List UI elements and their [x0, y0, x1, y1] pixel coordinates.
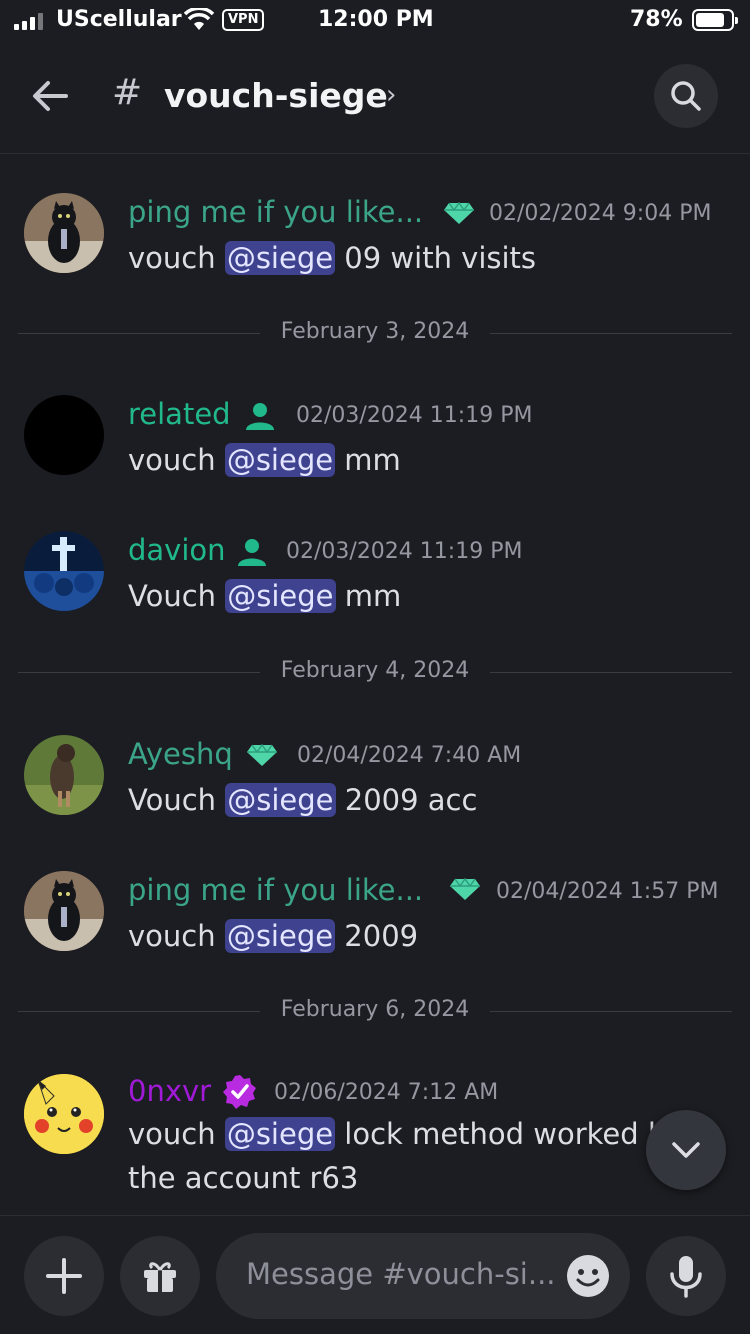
date-divider: February 4, 2024 [18, 658, 732, 688]
message-text: mm [335, 443, 401, 477]
vpn-badge: VPN [222, 9, 265, 31]
person-icon [238, 539, 266, 566]
microphone-icon [670, 1256, 702, 1298]
message-content: vouch @siege 09 with visits [128, 236, 536, 280]
verified-icon [223, 1075, 256, 1109]
message-composer: Message #vouch-si... [0, 1215, 750, 1334]
chevron-down-icon [672, 1142, 700, 1158]
message-text: mm [335, 579, 402, 613]
message-author[interactable]: Ayeshq [128, 737, 233, 771]
cell-signal-icon [14, 12, 43, 30]
message-timestamp: 02/04/2024 1:57 PM [496, 879, 719, 904]
avatar[interactable] [24, 395, 104, 475]
battery-percent: 78% [630, 7, 683, 32]
jump-to-latest-button[interactable] [646, 1110, 726, 1190]
message-timestamp: 02/02/2024 9:04 PM [489, 201, 712, 226]
diamond-icon [444, 201, 474, 224]
channel-name[interactable]: vouch-siege [164, 76, 388, 115]
user-mention[interactable]: @siege [224, 919, 336, 953]
user-mention[interactable]: @siege [224, 1117, 336, 1151]
message-content: vouch @siege mm [128, 438, 401, 482]
message-text: vouch [128, 241, 225, 275]
divider-date: February 6, 2024 [280, 997, 470, 1022]
status-bar: UScellular VPN 12:00 PM 78% [0, 0, 750, 42]
battery-icon [692, 9, 738, 31]
voice-message-button[interactable] [646, 1236, 726, 1316]
message-author[interactable]: 0nxvr [128, 1074, 211, 1108]
divider-date: February 4, 2024 [280, 658, 470, 683]
user-mention[interactable]: @siege [225, 579, 336, 613]
user-mention[interactable]: @siege [225, 783, 336, 817]
carrier-name: UScellular [56, 7, 182, 32]
avatar[interactable] [24, 531, 104, 611]
add-attachment-button[interactable] [24, 1236, 104, 1316]
search-icon [671, 81, 701, 111]
avatar[interactable] [24, 735, 104, 815]
message-text: vouch [128, 919, 225, 953]
gift-icon [144, 1262, 176, 1292]
channel-header: # vouch-siege › [0, 42, 750, 154]
message-author[interactable]: ping me if you like... [128, 873, 423, 907]
chevron-right-icon[interactable]: › [386, 80, 396, 110]
message-timestamp: 02/04/2024 7:40 AM [297, 743, 522, 768]
message-author[interactable]: davion [128, 533, 226, 567]
wifi-icon [183, 6, 215, 38]
message-text: Vouch [128, 783, 226, 817]
arrow-left-icon [33, 81, 68, 111]
divider-date: February 3, 2024 [280, 319, 470, 344]
message-text: Vouch [128, 579, 226, 613]
message-input[interactable]: Message #vouch-si... [216, 1233, 630, 1319]
avatar[interactable] [24, 193, 104, 273]
message-input-placeholder: Message #vouch-si... [246, 1257, 556, 1291]
emoji-icon[interactable] [566, 1254, 610, 1298]
date-divider: February 3, 2024 [18, 319, 732, 349]
message-text: lock method worked l [335, 1117, 656, 1151]
message-content: vouch @siege lock method worked l [128, 1112, 656, 1156]
message-text: 2009 [335, 919, 419, 953]
message-content-line2: the account r63 [128, 1161, 359, 1195]
date-divider: February 6, 2024 [18, 997, 732, 1027]
message-content: Vouch @siege 2009 acc [128, 778, 477, 822]
search-button[interactable] [654, 64, 718, 128]
message-author[interactable]: related [128, 397, 231, 431]
avatar[interactable] [24, 871, 104, 951]
message-text: vouch [128, 443, 225, 477]
message-timestamp: 02/06/2024 7:12 AM [274, 1080, 499, 1105]
message-text: vouch [128, 1117, 225, 1151]
plus-icon [46, 1258, 82, 1294]
avatar[interactable] [24, 1074, 104, 1154]
message-content: Vouch @siege mm [128, 574, 401, 618]
back-button[interactable] [30, 76, 82, 120]
clock: 12:00 PM [318, 7, 434, 32]
user-mention[interactable]: @siege [224, 241, 336, 275]
message-text: 2009 acc [335, 783, 478, 817]
gift-button[interactable] [120, 1236, 200, 1316]
diamond-icon [247, 743, 277, 766]
message-timestamp: 02/03/2024 11:19 PM [296, 403, 533, 428]
diamond-icon [450, 877, 480, 900]
message-author[interactable]: ping me if you like... [128, 195, 423, 229]
message-content: vouch @siege 2009 [128, 914, 418, 958]
message-list[interactable]: ping me if you like... 02/02/2024 9:04 P… [0, 155, 750, 1215]
person-icon [246, 403, 274, 430]
user-mention[interactable]: @siege [224, 443, 336, 477]
message-text: 09 with visits [335, 241, 537, 275]
channel-hash-icon: # [112, 72, 143, 113]
message-timestamp: 02/03/2024 11:19 PM [286, 539, 523, 564]
